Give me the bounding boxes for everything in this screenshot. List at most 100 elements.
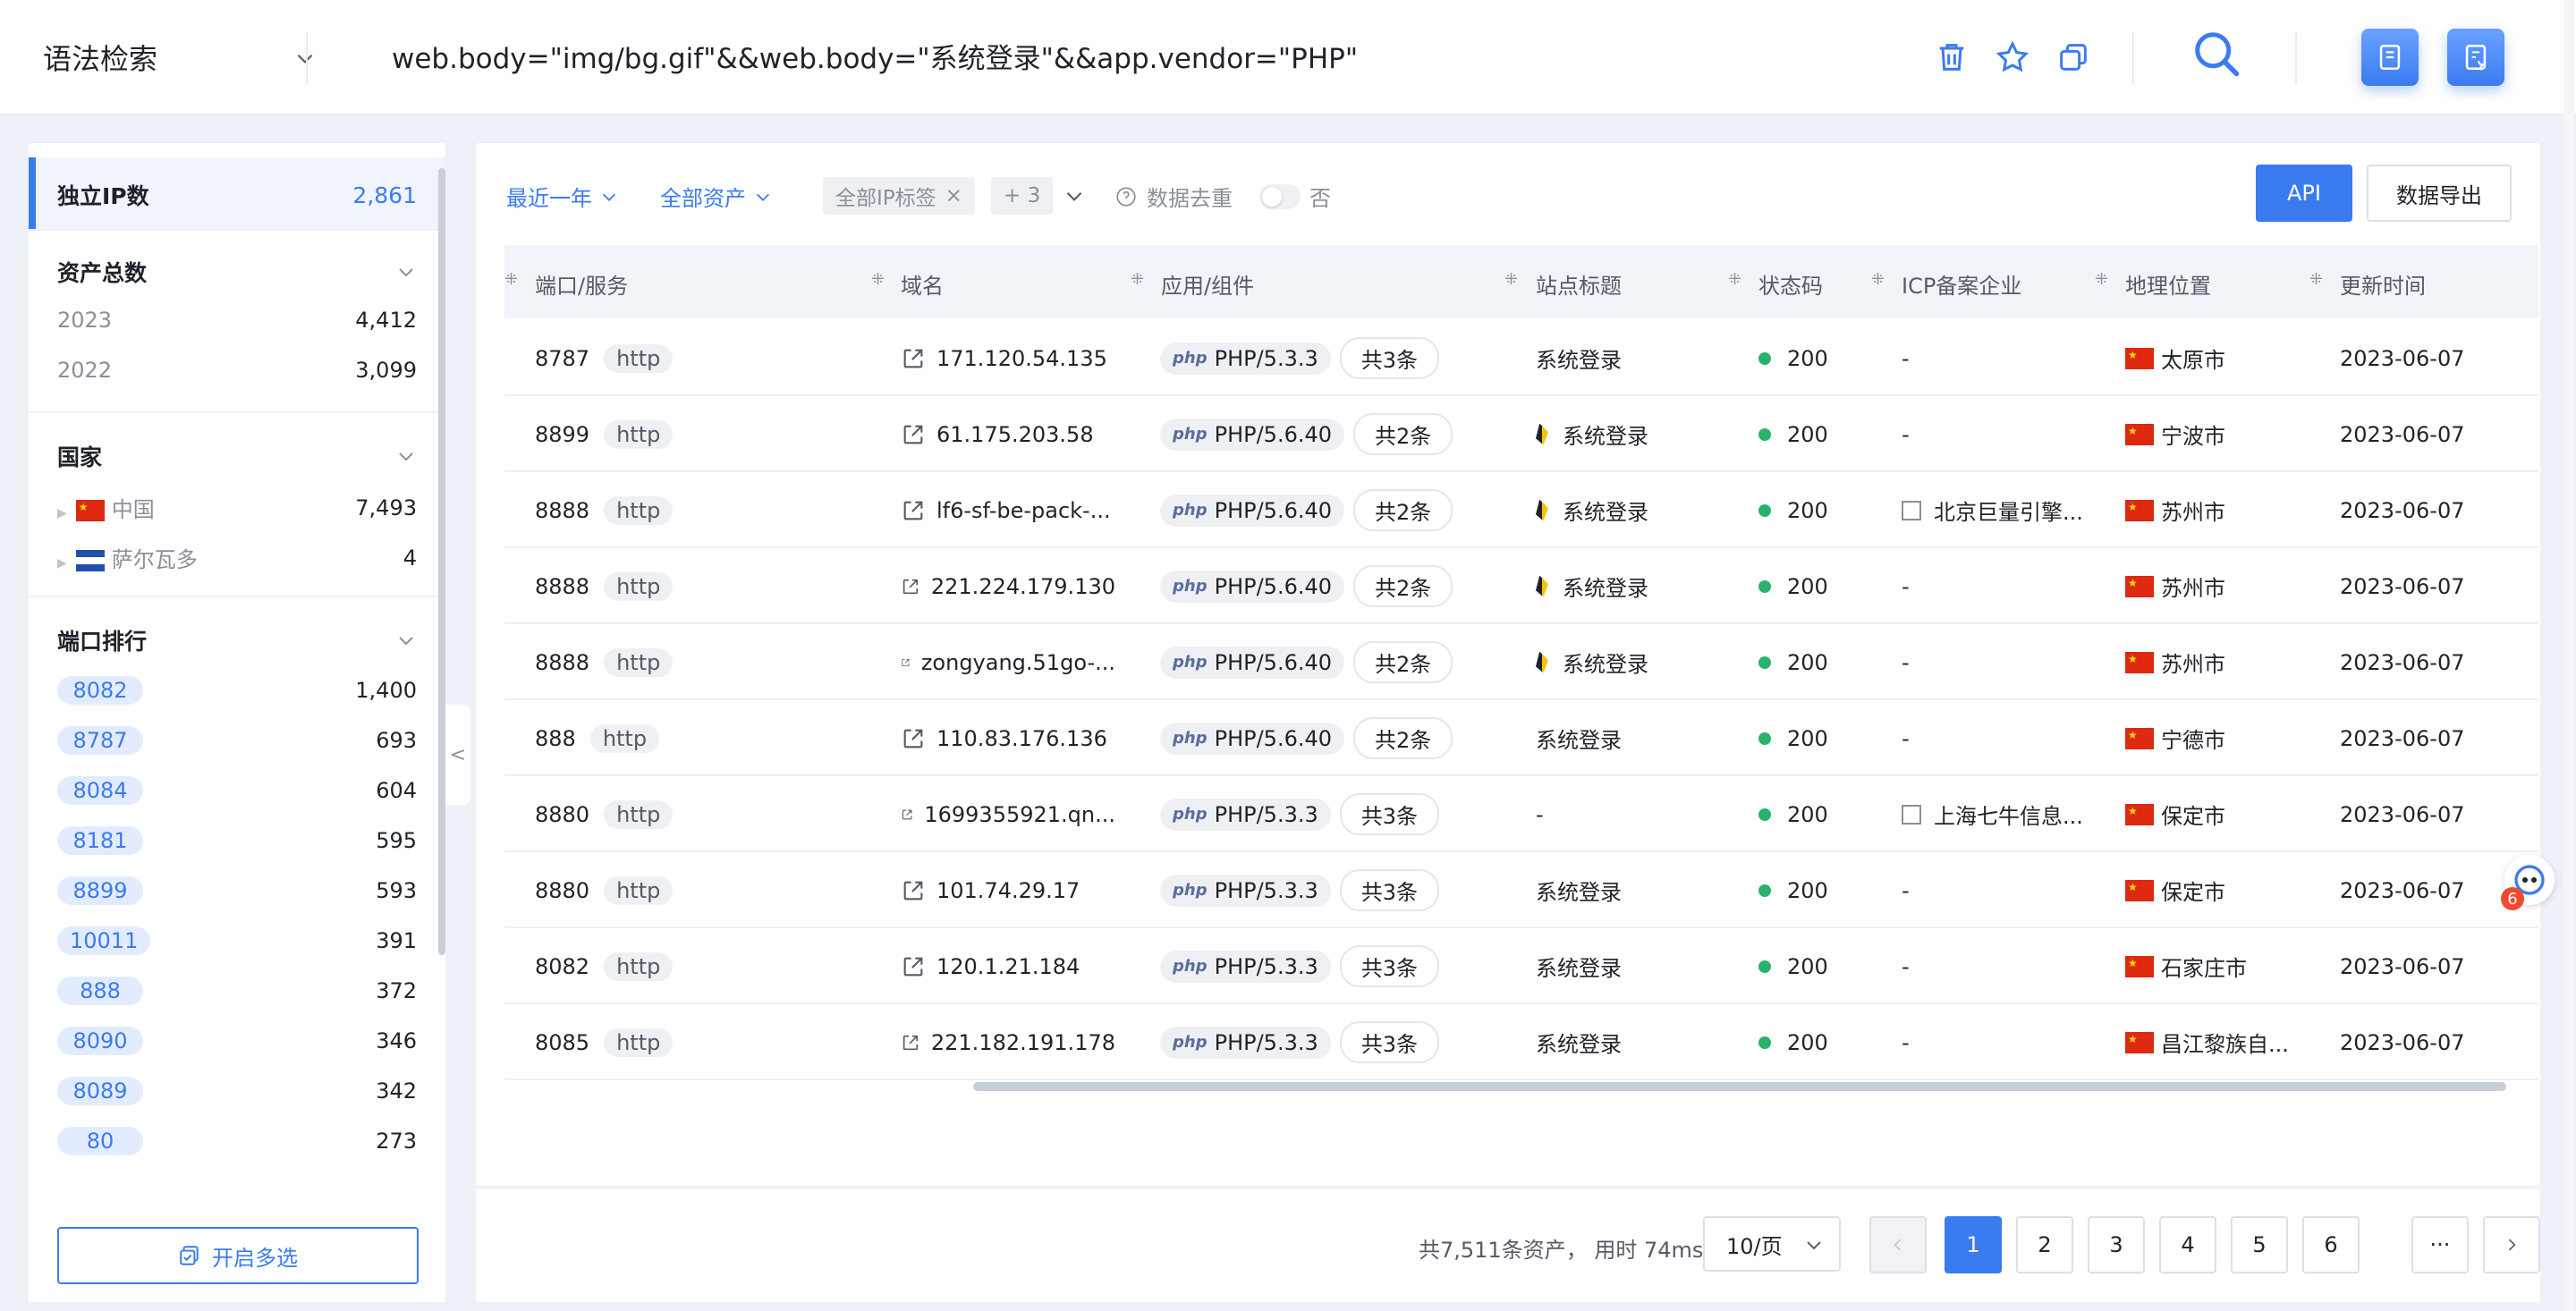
multi-select-button[interactable]: 开启多选 (57, 1227, 419, 1284)
port-number[interactable]: 8888 (535, 498, 589, 523)
star-icon[interactable] (1995, 39, 2030, 75)
help-icon[interactable] (1114, 185, 1138, 208)
open-link-icon[interactable] (901, 650, 911, 675)
geo-location[interactable]: 宁波市 (2161, 419, 2225, 450)
port-number[interactable]: 8888 (535, 574, 589, 599)
icp-company[interactable]: 北京巨量引擎... (1934, 495, 2083, 526)
column-header[interactable]: 更新时间 (2340, 268, 2426, 300)
protocol-tag[interactable]: http (604, 571, 674, 601)
tech-tag[interactable]: php PHP/5.6.40 (1160, 570, 1345, 603)
country-header[interactable]: 国家 (57, 440, 417, 472)
open-link-icon[interactable] (901, 574, 920, 599)
column-header[interactable]: 站点标题 (1536, 268, 1622, 300)
host-link[interactable]: zongyang.51go-... (921, 650, 1115, 675)
asset-filter[interactable]: 全部资产 (660, 181, 773, 212)
column-resize-handle[interactable]: ⁜ (504, 270, 518, 290)
table-row[interactable]: 8899 http 61.175.203.58 php PHP/5.6.40 共2条 系统登… (504, 396, 2538, 472)
tech-more-button[interactable]: 共3条 (1339, 869, 1440, 911)
export-button[interactable]: 数据导出 (2367, 165, 2512, 222)
doc-toolbar-button[interactable] (2361, 29, 2419, 86)
port-rank-item[interactable]: 8181 595 (57, 826, 417, 855)
open-link-icon[interactable] (901, 422, 926, 447)
tech-tag[interactable]: php PHP/5.3.3 (1160, 798, 1331, 831)
more-tags-chip[interactable]: + 3 (991, 177, 1054, 215)
icp-company[interactable]: 上海七牛信息... (1934, 799, 2083, 830)
dedupe-toggle[interactable] (1259, 183, 1301, 209)
geo-location[interactable]: 苏州市 (2161, 647, 2225, 678)
table-row[interactable]: 8082 http 120.1.21.184 php PHP/5.3.3 共3条 系统登录 2… (504, 928, 2538, 1004)
tech-tag[interactable]: php PHP/5.3.3 (1160, 342, 1331, 375)
protocol-tag[interactable]: http (604, 875, 674, 905)
port-rank-item[interactable]: 8084 604 (57, 776, 417, 805)
country-item[interactable]: ▶ 萨尔瓦多 4 (57, 542, 417, 573)
protocol-tag[interactable]: http (604, 799, 674, 829)
column-resize-handle[interactable]: ⁜ (871, 270, 885, 290)
tech-tag[interactable]: php PHP/5.3.3 (1160, 1026, 1331, 1059)
open-link-icon[interactable] (901, 802, 913, 827)
port-number[interactable]: 8888 (535, 650, 589, 675)
tech-tag[interactable]: php PHP/5.3.3 (1160, 874, 1331, 907)
port-rank-header[interactable]: 端口排行 (57, 624, 417, 656)
ip-tag-chip[interactable]: 全部IP标签 × (823, 177, 975, 215)
column-resize-handle[interactable]: ⁜ (1504, 270, 1518, 290)
page-button[interactable]: 6 (2302, 1216, 2360, 1273)
collapse-sidebar-button[interactable]: < (445, 705, 470, 805)
total-assets-item[interactable]: 2023 4,412 (57, 308, 417, 333)
tech-more-button[interactable]: 共3条 (1339, 793, 1440, 835)
host-link[interactable]: 221.224.179.130 (931, 574, 1115, 599)
table-row[interactable]: 8880 http 1699355921.qn... php PHP/5.3.3 共3条 -… (504, 776, 2538, 852)
column-resize-handle[interactable]: ⁜ (1131, 270, 1144, 290)
tech-more-button[interactable]: 共3条 (1339, 945, 1440, 987)
port-pill[interactable]: 888 (57, 977, 143, 1005)
tech-tag[interactable]: php PHP/5.6.40 (1160, 494, 1345, 527)
port-number[interactable]: 8085 (535, 1030, 589, 1055)
port-rank-item[interactable]: 8899 593 (57, 876, 417, 905)
chevron-down-icon[interactable] (1063, 184, 1086, 207)
table-row[interactable]: 888 http 110.83.176.136 php PHP/5.6.40 共2条 系统登… (504, 700, 2538, 776)
port-rank-item[interactable]: 80 273 (57, 1127, 417, 1155)
saved-query-button[interactable] (2447, 29, 2504, 86)
port-rank-item[interactable]: 10011 391 (57, 926, 417, 955)
port-number[interactable]: 8787 (535, 346, 589, 371)
trash-icon[interactable] (1934, 39, 1970, 75)
port-pill[interactable]: 8084 (57, 776, 143, 805)
geo-location[interactable]: 宁德市 (2161, 723, 2225, 754)
column-header[interactable]: 域名 (901, 268, 944, 300)
port-pill[interactable]: 8082 (57, 676, 143, 705)
column-resize-handle[interactable]: ⁜ (1728, 270, 1741, 290)
port-number[interactable]: 8880 (535, 878, 589, 903)
column-header[interactable]: 地理位置 (2125, 268, 2211, 300)
tech-tag[interactable]: php PHP/5.6.40 (1160, 646, 1345, 679)
table-row[interactable]: 8888 http zongyang.51go-... php PHP/5.6.40 共2… (504, 624, 2538, 700)
port-pill[interactable]: 8089 (57, 1077, 143, 1105)
open-link-icon[interactable] (901, 498, 926, 523)
close-icon[interactable]: × (945, 184, 962, 207)
port-pill[interactable]: 10011 (57, 926, 151, 955)
prev-page-button[interactable] (1869, 1216, 1927, 1273)
column-resize-handle[interactable]: ⁜ (2095, 270, 2108, 290)
port-pill[interactable]: 8899 (57, 876, 143, 905)
column-header[interactable]: ICP备案企业 (1902, 268, 2021, 300)
page-size-select[interactable]: 10/页 (1703, 1216, 1841, 1272)
unique-ip-row[interactable]: 独立IP数 2,861 (57, 179, 417, 211)
table-row[interactable]: 8888 http 221.224.179.130 php PHP/5.6.40 共2条 系… (504, 548, 2538, 624)
port-pill[interactable]: 80 (57, 1127, 143, 1155)
port-rank-item[interactable]: 8787 693 (57, 726, 417, 755)
sidebar-scrollbar[interactable] (438, 168, 445, 955)
page-button[interactable]: 3 (2088, 1216, 2145, 1273)
geo-location[interactable]: 昌江黎族自... (2161, 1027, 2289, 1058)
total-assets-item[interactable]: 2022 3,099 (57, 358, 417, 383)
geo-location[interactable]: 石家庄市 (2161, 951, 2247, 982)
tech-tag[interactable]: php PHP/5.6.40 (1160, 722, 1345, 755)
protocol-tag[interactable]: http (604, 419, 674, 449)
port-number[interactable]: 888 (535, 726, 576, 751)
page-button[interactable]: 5 (2231, 1216, 2288, 1273)
tech-tag[interactable]: php PHP/5.6.40 (1160, 418, 1345, 451)
copy-icon[interactable] (2055, 39, 2091, 75)
port-pill[interactable]: 8090 (57, 1027, 143, 1055)
table-row[interactable]: 8787 http 171.120.54.135 php PHP/5.3.3 共3条 系统登… (504, 320, 2538, 396)
port-pill[interactable]: 8181 (57, 826, 143, 855)
host-link[interactable]: 61.175.203.58 (936, 422, 1094, 447)
protocol-tag[interactable]: http (604, 1028, 674, 1057)
column-resize-handle[interactable]: ⁜ (2309, 270, 2323, 290)
